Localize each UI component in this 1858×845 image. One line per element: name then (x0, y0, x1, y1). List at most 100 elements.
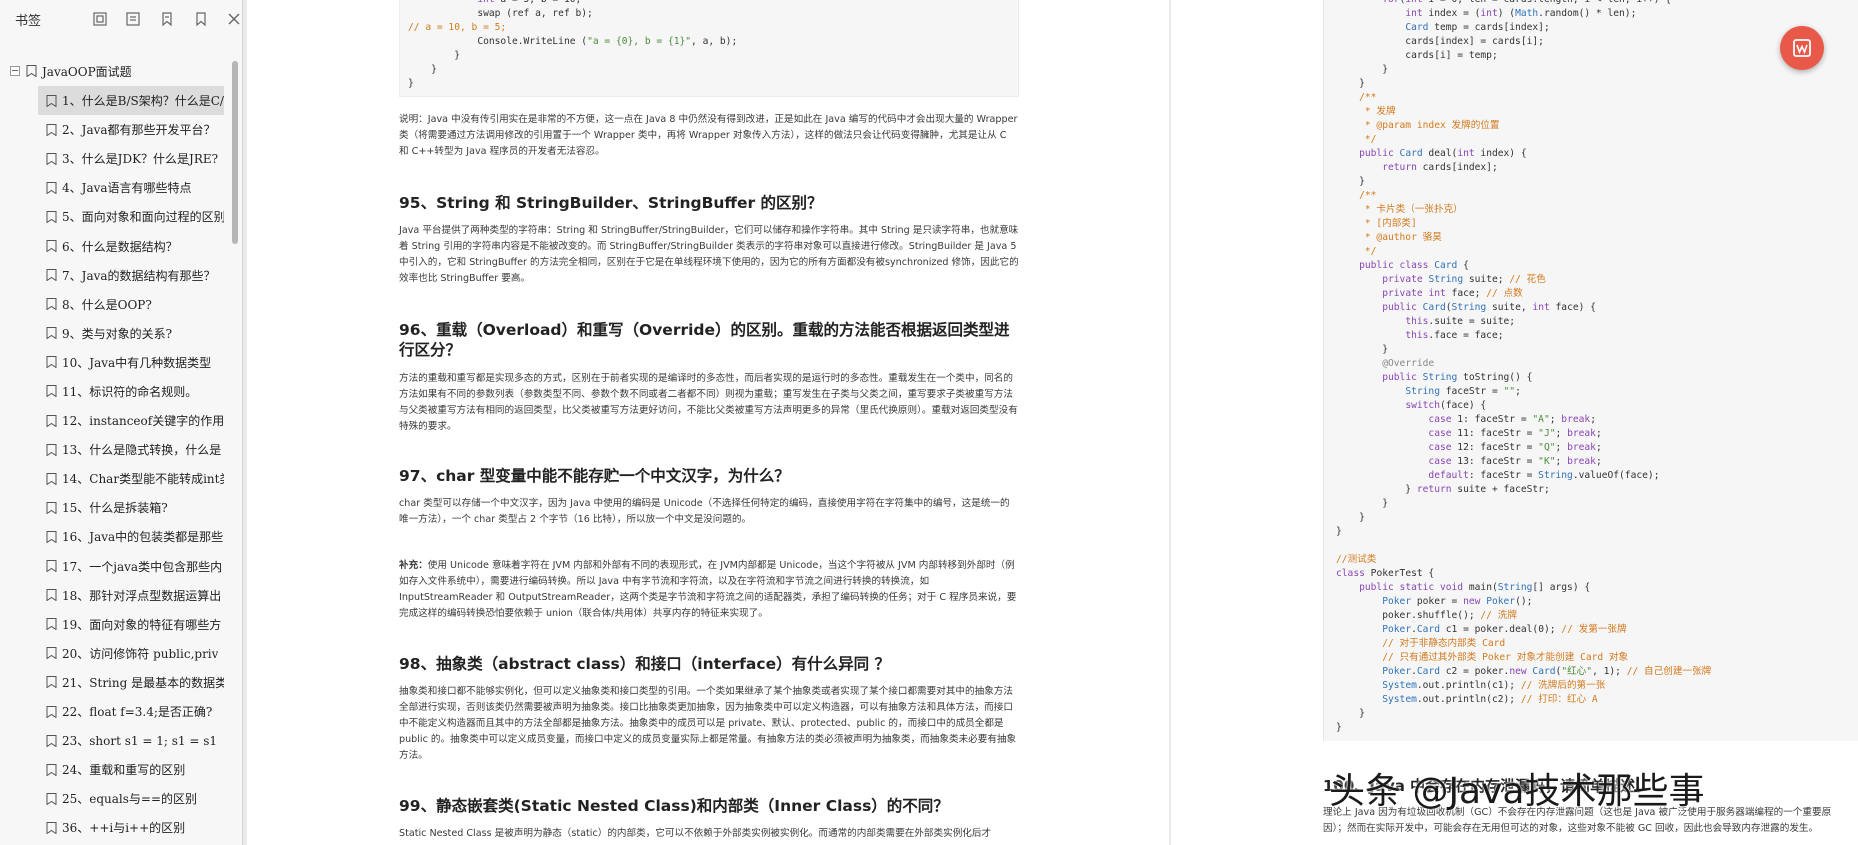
bookmark-item-label: 23、short s1 = 1; s1 = s1 (62, 734, 217, 749)
bookmark-icon (46, 472, 57, 485)
code-line: this.suite = suite; (1405, 316, 1516, 327)
bookmark-icon[interactable] (193, 10, 209, 28)
code-line: } (1336, 64, 1388, 75)
bookmark-item[interactable]: 1、什么是B/S架构？什么是C/ (38, 86, 224, 116)
code-line: public Card deal(int index) { (1359, 148, 1527, 159)
code-line: */ (1336, 134, 1377, 145)
bookmark-item[interactable]: 16、Java中的包装类都是那些 (38, 522, 224, 551)
bookmark-icon (46, 647, 57, 660)
bookmark-item[interactable]: 7、Java的数据结构有那些？ (38, 261, 224, 290)
bookmark-item-label: 1、什么是B/S架构？什么是C/ (62, 94, 224, 109)
bookmark-item[interactable]: 14、Char类型能不能转成int类 (38, 464, 224, 493)
sidebar-scrollbar[interactable] (231, 58, 239, 843)
bookmark-root[interactable]: JavaOOP面试题 (10, 61, 132, 81)
paragraph-98: 抽象类和接口都不能够实例化，但可以定义抽象类和接口类型的引用。一个类如果继承了某… (399, 686, 1017, 761)
bookmarks-panel: 书签 JavaOOP面试题 1、什么是B/S架构？什么是C/2、Java都有那些… (0, 0, 243, 845)
bookmark-icon (46, 443, 57, 456)
collapse-toggle-icon[interactable] (10, 66, 20, 76)
bookmark-item-label: 7、Java的数据结构有那些？ (62, 268, 216, 283)
code-line: Poker.Card c1 = poker.deal(0); // 发第一张牌 (1382, 624, 1627, 635)
code-line-3: // a = 10, b = 5; (408, 22, 507, 33)
code-line: public Card(String suite, int face) { (1382, 302, 1596, 313)
bookmark-icon (46, 356, 57, 369)
bookmark-item[interactable]: 17、一个java类中包含那些内 (38, 552, 224, 581)
bookmark-icon (26, 65, 37, 77)
code-line: case 13: faceStr = "K"; break; (1428, 456, 1602, 467)
code-line: } (1336, 708, 1365, 719)
code-line: public class Card { (1359, 260, 1469, 271)
bookmark-item[interactable]: 8、什么是OOP? (38, 290, 224, 319)
bookmark-item-label: 21、String 是最基本的数据类 (62, 675, 224, 690)
bookmark-item[interactable]: 36、++i与i++的区别 (38, 813, 224, 842)
bookmark-item[interactable]: 20、访问修饰符 public,priv (38, 639, 224, 668)
heading-97: 97、char 型变量中能不能存贮一个中文汉字，为什么？ (399, 467, 790, 485)
bookmark-item-label: 11、标识符的命名规则。 (62, 384, 198, 399)
code-line: int index = (int) (Math.random() * len); (1405, 8, 1637, 19)
close-icon[interactable] (226, 10, 242, 28)
bookmark-item[interactable]: 4、Java语言有哪些特点 (38, 173, 224, 202)
bookmark-icon (46, 123, 57, 136)
code-line: } (1336, 78, 1365, 89)
bookmark-icon (46, 530, 57, 543)
bookmark-item[interactable]: 15、什么是拆装箱? (38, 493, 224, 522)
bookmark-item[interactable]: 24、重载和重写的区别 (38, 755, 224, 784)
code-line: * 卡片类（一张扑克） (1336, 204, 1463, 215)
bookmark-item[interactable]: 6、什么是数据结构？ (38, 231, 224, 260)
bookmark-item[interactable]: 18、那针对浮点型数据运算出 (38, 581, 224, 610)
code-snippet-poker: for(int i = 0, len = cards.length; i < l… (1336, 0, 1711, 735)
bookmark-item[interactable]: 12、instanceof关键字的作用 (38, 406, 224, 435)
code-line: public static void main(String[] args) { (1359, 582, 1591, 593)
bookmark-item[interactable]: 10、Java中有几种数据类型 (38, 348, 224, 377)
bookmark-item[interactable]: 22、float f=3.4;是否正确? (38, 697, 224, 726)
bookmark-add-icon[interactable] (159, 10, 175, 28)
bookmark-item-label: 12、instanceof关键字的作用 (62, 414, 224, 429)
bookmark-root-label: JavaOOP面试题 (42, 64, 132, 79)
bookmark-item-label: 6、什么是数据结构？ (62, 239, 178, 254)
paragraph-97-supplement: 补充：使用 Unicode 意味着字符在 JVM 内部和外部有不同的表现形式，在… (399, 558, 1019, 622)
bookmark-item[interactable]: 23、short s1 = 1; s1 = s1 (38, 726, 224, 755)
scrollbar-thumb[interactable] (232, 61, 238, 244)
bookmark-item[interactable]: 9、类与对象的关系? (38, 319, 224, 348)
bookmark-item[interactable]: 5、面向对象和面向过程的区别 (38, 202, 224, 231)
code-line: // 只有通过其外部类 Poker 对象才能创建 Card 对象 (1382, 652, 1629, 663)
code-line: for(int i = 0, len = cards.length; i < l… (1336, 0, 1711, 7)
supplement-label: 补充： (399, 560, 428, 571)
bookmark-item[interactable]: 21、String 是最基本的数据类 (38, 668, 224, 697)
code-line: return cards[index]; (1382, 162, 1498, 173)
bookmark-item-label: 17、一个java类中包含那些内 (62, 559, 223, 574)
expand-icon[interactable] (92, 10, 108, 28)
bookmark-item[interactable]: 11、标识符的命名规则。 (38, 377, 224, 406)
code-line: @Override (1382, 358, 1435, 369)
code-line: class PokerTest { (1336, 568, 1435, 579)
bookmark-item-label: 3、什么是JDK？什么是JRE? (62, 152, 219, 167)
bookmark-icon (46, 589, 57, 602)
bookmark-item-label: 18、那针对浮点型数据运算出 (62, 588, 222, 603)
watermark: 头条 @Java技术那些事 (1329, 771, 1705, 812)
collapse-icon[interactable] (126, 10, 142, 28)
bookmarks-title: 书签 (15, 13, 42, 29)
bookmark-item-label: 14、Char类型能不能转成int类 (62, 472, 224, 487)
code-block-poker: for(int i = 0, len = cards.length; i < l… (1323, 0, 1858, 741)
bookmark-icon (46, 618, 57, 631)
paragraph-note: 说明：Java 中没有传引用实在是非常的不方便，这一点在 Java 8 中仍然没… (399, 112, 1019, 160)
code-line: } return suite + faceStr; (1336, 484, 1550, 495)
bookmark-item[interactable]: 25、equals与==的区别 (38, 784, 224, 813)
code-line: } (1336, 722, 1342, 733)
wps-edit-icon[interactable] (1780, 26, 1824, 70)
bookmark-item[interactable]: 13、什么是隐式转换，什么是 (38, 435, 224, 464)
code-line: public String toString() { (1382, 372, 1533, 383)
paragraph-95: Java 平台提供了两种类型的字符串：String 和 StringBuffer… (399, 225, 1019, 284)
bookmark-item[interactable]: 19、面向对象的特征有哪些方 (38, 610, 224, 639)
bookmark-item-label: 16、Java中的包装类都是那些 (62, 530, 224, 545)
code-line: } (1336, 176, 1365, 187)
bookmark-icon (46, 385, 57, 398)
bookmark-item-label: 20、访问修饰符 public,priv (62, 646, 219, 661)
bookmark-item-label: 13、什么是隐式转换，什么是 (62, 443, 222, 458)
bookmark-icon (46, 705, 57, 718)
pdf-page-right: for(int i = 0, len = cards.length; i < l… (1171, 0, 1858, 845)
bookmark-item[interactable]: 3、什么是JDK？什么是JRE? (38, 144, 224, 173)
code-line: Poker poker = new Poker(); (1382, 596, 1533, 607)
bookmark-item[interactable]: 2、Java都有那些开发平台？ (38, 115, 224, 144)
note-label: 说明： (399, 114, 428, 125)
bookmark-icon (46, 240, 57, 253)
